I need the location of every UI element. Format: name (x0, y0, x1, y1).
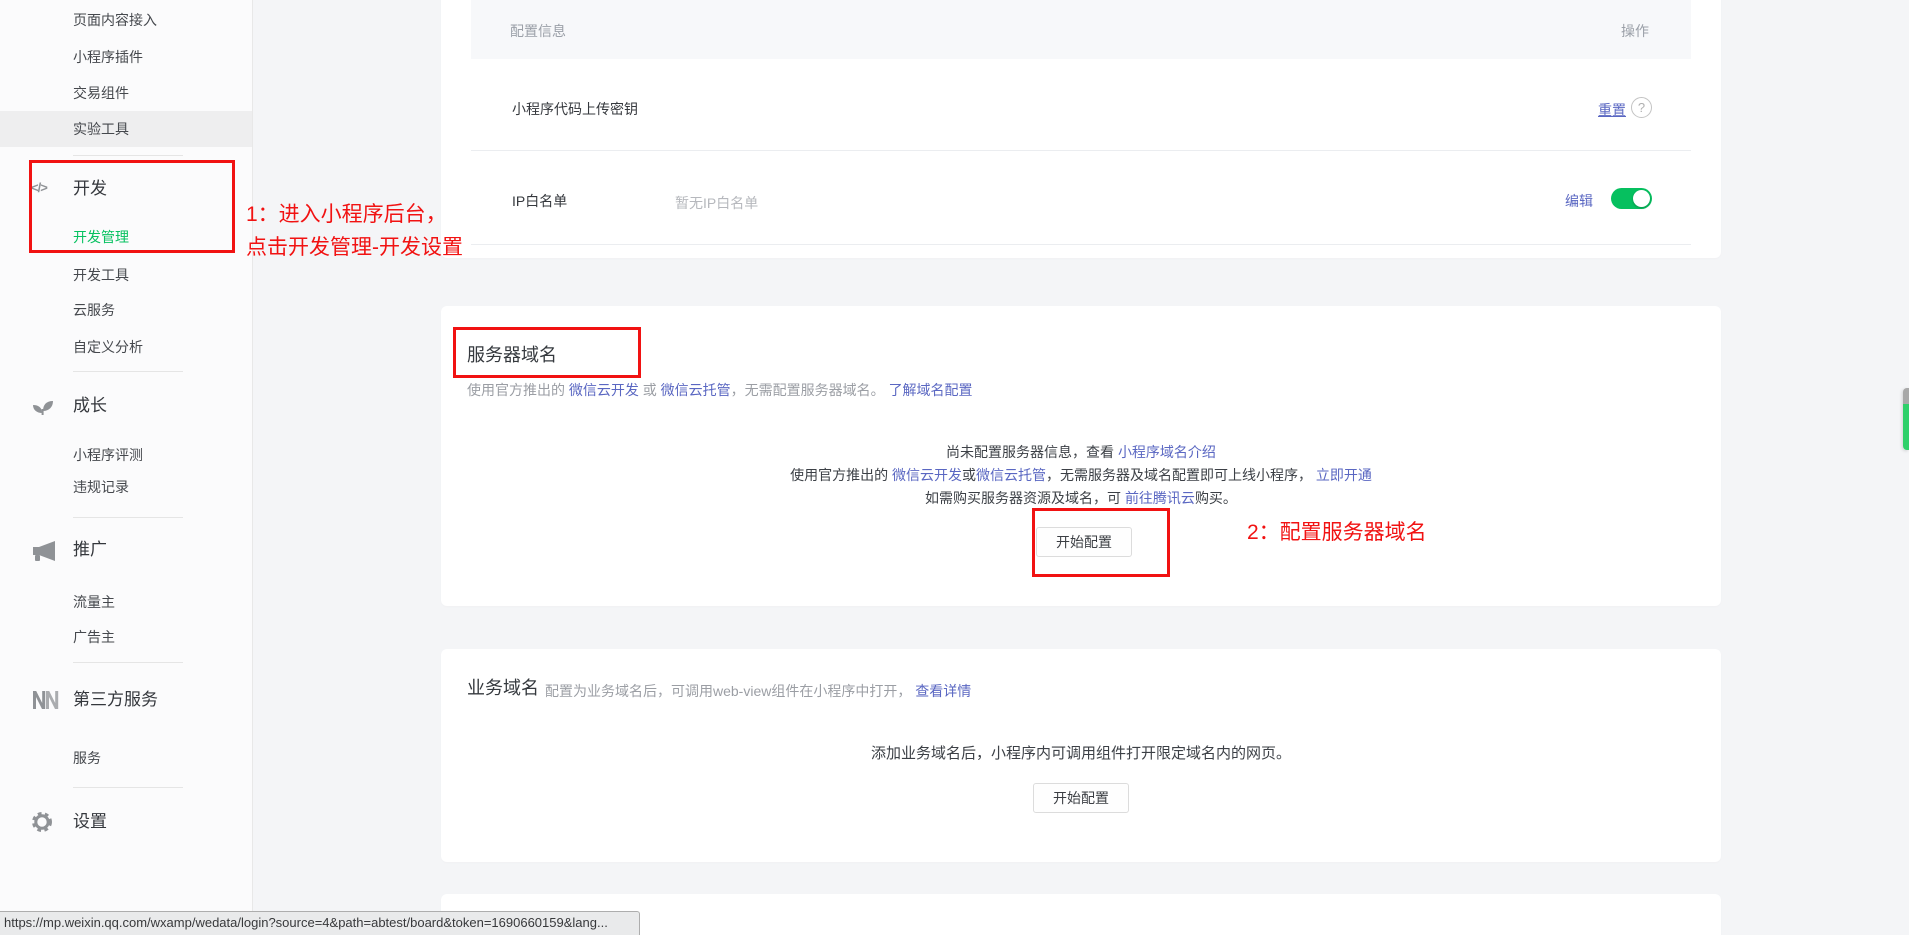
line-text: 如需购买服务器资源及域名，可 (925, 490, 1125, 506)
subtitle-text: 或 (639, 382, 661, 398)
ip-whitelist-value: 暂无IP白名单 (675, 193, 758, 213)
subtitle-text: ，无需配置服务器域名。 (731, 382, 889, 398)
megaphone-icon (31, 540, 59, 562)
sidebar-item-page-content[interactable]: 页面内容接入 (73, 10, 233, 30)
tencent-cloud-link[interactable]: 前往腾讯云 (1125, 490, 1195, 506)
app-canvas: 页面内容接入 小程序插件 交易组件 实验工具 </> 开发 开发管理 开发工具 … (0, 0, 1909, 935)
sidebar-section-third-party[interactable]: 第三方服务 (73, 688, 233, 712)
line-text: 或 (962, 467, 976, 483)
sidebar-item-lab-tools[interactable]: 实验工具 (73, 119, 233, 139)
floating-widget-handle[interactable] (1903, 388, 1909, 450)
sidebar-item-custom-analysis[interactable]: 自定义分析 (73, 337, 233, 357)
sidebar-section-settings[interactable]: 设置 (73, 810, 233, 834)
ip-whitelist-label: IP白名单 (512, 191, 567, 211)
cloud-dev-link[interactable]: 微信云开发 (892, 467, 962, 483)
sidebar-divider (73, 517, 183, 518)
status-text: 尚未配置服务器信息，查看 (946, 444, 1118, 460)
line-text: 使用官方推出的 (790, 467, 892, 483)
ip-whitelist-toggle[interactable] (1611, 188, 1652, 209)
annotation-step2: 2：配置服务器域名 (1247, 516, 1427, 549)
line-text: ，无需服务器及域名配置即可上线小程序， (1046, 467, 1316, 483)
sidebar-item-trade[interactable]: 交易组件 (73, 83, 233, 103)
config-header-title: 配置信息 (510, 21, 566, 41)
desc-text: 配置为业务域名后，可调用web-view组件在小程序中打开， (545, 683, 915, 699)
help-icon[interactable]: ? (1631, 97, 1652, 118)
reset-link[interactable]: 重置 (1598, 100, 1626, 120)
sidebar-section-promotion[interactable]: 推广 (73, 538, 233, 562)
sidebar-item-advertiser[interactable]: 广告主 (73, 627, 233, 647)
server-domain-cloud-line: 使用官方推出的 微信云开发或微信云托管，无需服务器及域名配置即可上线小程序， 立… (441, 465, 1721, 485)
business-domain-desc: 配置为业务域名后，可调用web-view组件在小程序中打开， 查看详情 (545, 681, 971, 701)
cloud-hosting-link[interactable]: 微信云托管 (976, 467, 1046, 483)
widget-cap (1903, 388, 1909, 404)
edit-link[interactable]: 编辑 (1565, 191, 1593, 211)
sidebar-section-growth[interactable]: 成长 (73, 394, 233, 418)
annotation-box-step1 (29, 160, 235, 253)
annotation-step1-line2: 点击开发管理-开发设置 (246, 231, 463, 264)
widget-body (1903, 404, 1909, 450)
view-details-link[interactable]: 查看详情 (915, 683, 971, 699)
business-domain-title: 业务域名 (467, 674, 539, 700)
sidebar-divider (73, 371, 183, 372)
sidebar-divider (73, 662, 183, 663)
annotation-box-server-domain-title (453, 327, 641, 378)
business-domain-hint: 添加业务域名后，小程序内可调用组件打开限定域名内的网页。 (441, 743, 1721, 765)
sidebar-item-plugins[interactable]: 小程序插件 (73, 47, 233, 67)
cloud-dev-link[interactable]: 微信云开发 (569, 382, 639, 398)
annotation-step1-line1: 1：进入小程序后台， (246, 198, 447, 231)
server-domain-status-line: 尚未配置服务器信息，查看 小程序域名介绍 (441, 442, 1721, 462)
config-header-action: 操作 (1621, 21, 1649, 41)
mp-domain-intro-link[interactable]: 小程序域名介绍 (1118, 444, 1216, 460)
sidebar-item-mp-evaluation[interactable]: 小程序评测 (73, 445, 233, 465)
server-domain-buy-line: 如需购买服务器资源及域名，可 前往腾讯云购买。 (441, 488, 1721, 508)
toggle-knob (1633, 190, 1650, 207)
sidebar-item-violation-record[interactable]: 违规记录 (73, 477, 233, 497)
activate-now-link[interactable]: 立即开通 (1316, 467, 1372, 483)
browser-status-bar: https://mp.weixin.qq.com/wxamp/wedata/lo… (0, 911, 640, 935)
sidebar-item-traffic-owner[interactable]: 流量主 (73, 592, 233, 612)
sidebar-divider (73, 787, 183, 788)
status-url: https://mp.weixin.qq.com/wxamp/wedata/lo… (0, 912, 639, 930)
sprout-icon (31, 397, 59, 419)
upload-key-label: 小程序代码上传密钥 (512, 99, 638, 119)
subtitle-text: 使用官方推出的 (467, 382, 569, 398)
sidebar-item-cloud[interactable]: 云服务 (73, 300, 233, 320)
row-divider (471, 150, 1691, 151)
sidebar-item-dev-tools[interactable]: 开发工具 (73, 265, 233, 285)
gear-icon (31, 811, 59, 833)
business-domain-configure-button[interactable]: 开始配置 (1033, 783, 1129, 813)
row-divider (471, 244, 1691, 245)
third-party-icon (31, 690, 59, 712)
config-table-header (471, 0, 1691, 59)
sidebar-item-service[interactable]: 服务 (73, 748, 233, 768)
learn-domain-config-link[interactable]: 了解域名配置 (889, 382, 973, 398)
sidebar-divider (73, 155, 183, 156)
annotation-box-configure-button (1032, 508, 1170, 577)
server-domain-subtitle: 使用官方推出的 微信云开发 或 微信云托管，无需配置服务器域名。 了解域名配置 (467, 380, 973, 400)
cloud-hosting-link[interactable]: 微信云托管 (661, 382, 731, 398)
line-text: 购买。 (1195, 490, 1237, 506)
